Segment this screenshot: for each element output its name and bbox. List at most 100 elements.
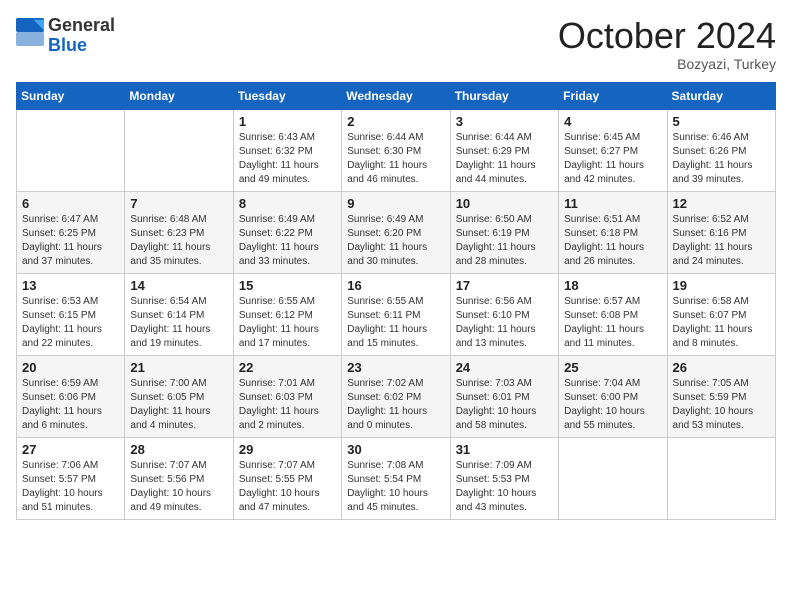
sunrise-text: Sunrise: 6:48 AMSunset: 6:23 PMDaylight:… [130,214,210,267]
calendar-cell: 30 Sunrise: 7:08 AMSunset: 5:54 PMDaylig… [342,437,450,519]
sunrise-text: Sunrise: 6:49 AMSunset: 6:22 PMDaylight:… [239,214,319,267]
day-number: 17 [456,278,553,293]
calendar-cell: 7 Sunrise: 6:48 AMSunset: 6:23 PMDayligh… [125,191,233,273]
sunrise-text: Sunrise: 7:06 AMSunset: 5:57 PMDaylight:… [22,460,103,513]
sunrise-text: Sunrise: 7:07 AMSunset: 5:56 PMDaylight:… [130,460,211,513]
calendar-cell [125,109,233,191]
calendar-cell: 15 Sunrise: 6:55 AMSunset: 6:12 PMDaylig… [233,273,341,355]
calendar-cell: 3 Sunrise: 6:44 AMSunset: 6:29 PMDayligh… [450,109,558,191]
day-number: 3 [456,114,553,129]
day-number: 26 [673,360,770,375]
calendar-cell: 6 Sunrise: 6:47 AMSunset: 6:25 PMDayligh… [17,191,125,273]
day-of-week-header: Tuesday [233,82,341,109]
sunrise-text: Sunrise: 6:55 AMSunset: 6:12 PMDaylight:… [239,296,319,349]
day-number: 2 [347,114,444,129]
sunrise-text: Sunrise: 6:44 AMSunset: 6:30 PMDaylight:… [347,132,427,185]
calendar-week-row: 1 Sunrise: 6:43 AMSunset: 6:32 PMDayligh… [17,109,776,191]
day-number: 22 [239,360,336,375]
day-number: 15 [239,278,336,293]
calendar-cell: 29 Sunrise: 7:07 AMSunset: 5:55 PMDaylig… [233,437,341,519]
calendar-week-row: 20 Sunrise: 6:59 AMSunset: 6:06 PMDaylig… [17,355,776,437]
day-number: 11 [564,196,661,211]
calendar-cell: 1 Sunrise: 6:43 AMSunset: 6:32 PMDayligh… [233,109,341,191]
sunrise-text: Sunrise: 6:52 AMSunset: 6:16 PMDaylight:… [673,214,753,267]
day-number: 5 [673,114,770,129]
logo-text: General Blue [48,16,115,56]
logo-general: General [48,15,115,35]
day-of-week-header: Wednesday [342,82,450,109]
location-subtitle: Bozyazi, Turkey [558,56,776,72]
calendar-cell: 17 Sunrise: 6:56 AMSunset: 6:10 PMDaylig… [450,273,558,355]
logo-blue: Blue [48,35,87,55]
sunrise-text: Sunrise: 6:51 AMSunset: 6:18 PMDaylight:… [564,214,644,267]
day-number: 1 [239,114,336,129]
day-number: 4 [564,114,661,129]
calendar-cell: 12 Sunrise: 6:52 AMSunset: 6:16 PMDaylig… [667,191,775,273]
calendar-cell: 13 Sunrise: 6:53 AMSunset: 6:15 PMDaylig… [17,273,125,355]
calendar-cell: 28 Sunrise: 7:07 AMSunset: 5:56 PMDaylig… [125,437,233,519]
day-number: 14 [130,278,227,293]
calendar-cell: 20 Sunrise: 6:59 AMSunset: 6:06 PMDaylig… [17,355,125,437]
calendar-cell: 18 Sunrise: 6:57 AMSunset: 6:08 PMDaylig… [559,273,667,355]
sunrise-text: Sunrise: 6:49 AMSunset: 6:20 PMDaylight:… [347,214,427,267]
calendar-cell: 9 Sunrise: 6:49 AMSunset: 6:20 PMDayligh… [342,191,450,273]
day-number: 24 [456,360,553,375]
calendar-cell [667,437,775,519]
day-number: 30 [347,442,444,457]
sunrise-text: Sunrise: 6:45 AMSunset: 6:27 PMDaylight:… [564,132,644,185]
calendar-cell: 24 Sunrise: 7:03 AMSunset: 6:01 PMDaylig… [450,355,558,437]
day-of-week-header: Thursday [450,82,558,109]
day-number: 8 [239,196,336,211]
day-number: 9 [347,196,444,211]
calendar-cell: 5 Sunrise: 6:46 AMSunset: 6:26 PMDayligh… [667,109,775,191]
sunrise-text: Sunrise: 7:04 AMSunset: 6:00 PMDaylight:… [564,378,645,431]
sunrise-text: Sunrise: 6:46 AMSunset: 6:26 PMDaylight:… [673,132,753,185]
calendar-cell: 8 Sunrise: 6:49 AMSunset: 6:22 PMDayligh… [233,191,341,273]
sunrise-text: Sunrise: 7:03 AMSunset: 6:01 PMDaylight:… [456,378,537,431]
sunrise-text: Sunrise: 7:05 AMSunset: 5:59 PMDaylight:… [673,378,754,431]
sunrise-text: Sunrise: 7:07 AMSunset: 5:55 PMDaylight:… [239,460,320,513]
day-of-week-header: Saturday [667,82,775,109]
sunrise-text: Sunrise: 7:01 AMSunset: 6:03 PMDaylight:… [239,378,319,431]
sunrise-text: Sunrise: 6:56 AMSunset: 6:10 PMDaylight:… [456,296,536,349]
day-number: 21 [130,360,227,375]
calendar-cell: 2 Sunrise: 6:44 AMSunset: 6:30 PMDayligh… [342,109,450,191]
day-number: 31 [456,442,553,457]
calendar-cell: 10 Sunrise: 6:50 AMSunset: 6:19 PMDaylig… [450,191,558,273]
header: General Blue October 2024 Bozyazi, Turke… [16,16,776,72]
day-number: 25 [564,360,661,375]
calendar-cell: 21 Sunrise: 7:00 AMSunset: 6:05 PMDaylig… [125,355,233,437]
calendar-cell: 25 Sunrise: 7:04 AMSunset: 6:00 PMDaylig… [559,355,667,437]
day-number: 27 [22,442,119,457]
calendar-week-row: 6 Sunrise: 6:47 AMSunset: 6:25 PMDayligh… [17,191,776,273]
logo-icon [16,18,44,46]
calendar-cell: 31 Sunrise: 7:09 AMSunset: 5:53 PMDaylig… [450,437,558,519]
calendar-table: SundayMondayTuesdayWednesdayThursdayFrid… [16,82,776,520]
day-number: 19 [673,278,770,293]
day-of-week-header: Sunday [17,82,125,109]
sunrise-text: Sunrise: 6:53 AMSunset: 6:15 PMDaylight:… [22,296,102,349]
day-number: 6 [22,196,119,211]
day-number: 13 [22,278,119,293]
sunrise-text: Sunrise: 7:08 AMSunset: 5:54 PMDaylight:… [347,460,428,513]
calendar-cell: 22 Sunrise: 7:01 AMSunset: 6:03 PMDaylig… [233,355,341,437]
calendar-cell [17,109,125,191]
sunrise-text: Sunrise: 6:59 AMSunset: 6:06 PMDaylight:… [22,378,102,431]
sunrise-text: Sunrise: 6:54 AMSunset: 6:14 PMDaylight:… [130,296,210,349]
sunrise-text: Sunrise: 6:44 AMSunset: 6:29 PMDaylight:… [456,132,536,185]
day-number: 18 [564,278,661,293]
calendar-cell [559,437,667,519]
sunrise-text: Sunrise: 7:00 AMSunset: 6:05 PMDaylight:… [130,378,210,431]
calendar-cell: 16 Sunrise: 6:55 AMSunset: 6:11 PMDaylig… [342,273,450,355]
calendar-cell: 4 Sunrise: 6:45 AMSunset: 6:27 PMDayligh… [559,109,667,191]
sunrise-text: Sunrise: 7:09 AMSunset: 5:53 PMDaylight:… [456,460,537,513]
day-number: 23 [347,360,444,375]
month-title: October 2024 [558,16,776,56]
calendar-week-row: 13 Sunrise: 6:53 AMSunset: 6:15 PMDaylig… [17,273,776,355]
calendar-week-row: 27 Sunrise: 7:06 AMSunset: 5:57 PMDaylig… [17,437,776,519]
calendar-cell: 11 Sunrise: 6:51 AMSunset: 6:18 PMDaylig… [559,191,667,273]
day-number: 10 [456,196,553,211]
sunrise-text: Sunrise: 6:47 AMSunset: 6:25 PMDaylight:… [22,214,102,267]
sunrise-text: Sunrise: 6:43 AMSunset: 6:32 PMDaylight:… [239,132,319,185]
calendar-cell: 19 Sunrise: 6:58 AMSunset: 6:07 PMDaylig… [667,273,775,355]
